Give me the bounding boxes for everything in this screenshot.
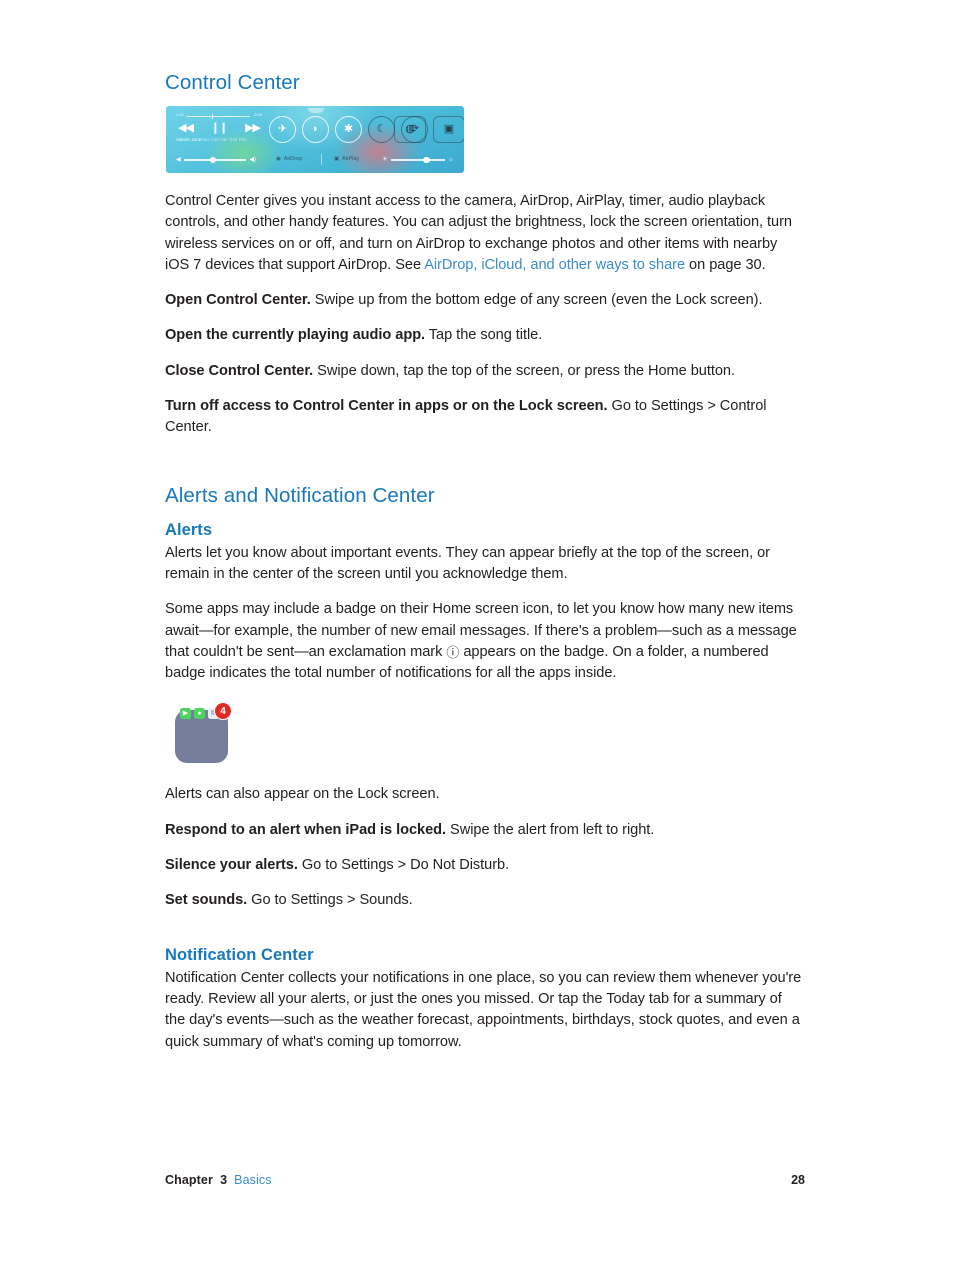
timer-icon: ◍ xyxy=(394,116,426,143)
task-text: Go to Settings > Do Not Disturb. xyxy=(297,857,510,874)
task-silence-alerts: Silence your alerts. Go to Settings > Do… xyxy=(165,855,805,876)
footer-chapter-number: 3 xyxy=(220,1173,228,1187)
task-label: Turn off access to Control Center in app… xyxy=(165,398,608,415)
exclamation-mark-circle-icon: ⓘ xyxy=(446,644,460,660)
elapsed-time: 1:32 xyxy=(176,112,184,117)
fast-forward-icon: ▶▶ xyxy=(245,121,261,134)
volume-high-icon: ◀) xyxy=(249,157,256,163)
scrubber-knob xyxy=(212,114,214,119)
transport-controls: ◀◀ ❙❙ ▶▶ xyxy=(178,121,261,135)
task-text: Swipe down, tap the top of the screen, o… xyxy=(313,362,735,379)
track-name: You Can't Be Told Pus xyxy=(201,137,247,142)
camera-icon: ▣ xyxy=(433,116,464,143)
airplane-mode-icon: ✈ xyxy=(269,116,296,143)
control-center-top-row: 1:32 -2:08 ◀◀ ❙❙ ▶▶ Valerie JuneYou Can'… xyxy=(166,112,464,147)
airplay-control: ▣ AirPlay xyxy=(334,155,359,164)
airplay-label: AirPlay xyxy=(342,156,360,162)
task-label: Silence your alerts. xyxy=(165,857,298,874)
task-set-sounds: Set sounds. Go to Settings > Sounds. xyxy=(165,890,805,911)
task-label: Respond to an alert when iPad is locked. xyxy=(165,821,447,838)
paragraph-control-center-intro: Control Center gives you instant access … xyxy=(165,191,805,276)
link-airdrop-icloud-ways-to-share[interactable]: AirDrop, iCloud, and other ways to share xyxy=(424,257,685,273)
notification-badge-count: 4 xyxy=(214,702,232,721)
footer-chapter: Chapter 3 Basics xyxy=(165,1173,272,1187)
remaining-time: -2:08 xyxy=(252,112,262,117)
do-not-disturb-icon: ☾ xyxy=(368,116,395,143)
footer-page-number: 28 xyxy=(791,1173,805,1187)
pause-icon: ❙❙ xyxy=(210,121,228,134)
task-label: Open the currently playing audio app. xyxy=(165,327,426,344)
messages-icon: ● xyxy=(194,708,205,720)
task-text: Swipe up from the bottom edge of any scr… xyxy=(310,292,763,309)
wifi-icon: ◗ xyxy=(302,116,329,143)
brightness-track xyxy=(390,156,446,164)
brightness-low-icon: ☀ xyxy=(382,155,388,163)
airdrop-icon: ◉ xyxy=(276,156,281,162)
bluetooth-icon: ✱ xyxy=(335,116,362,143)
brightness-high-icon: ☼ xyxy=(448,155,454,163)
scrubber: 1:32 -2:08 xyxy=(176,112,262,120)
task-label: Set sounds. xyxy=(165,892,248,909)
heading-alerts: Alerts xyxy=(165,520,213,539)
task-respond-to-alert: Respond to an alert when iPad is locked.… xyxy=(165,820,805,841)
paragraph-alerts-2: Some apps may include a badge on their H… xyxy=(165,599,805,684)
task-open-audio-app: Open the currently playing audio app. Ta… xyxy=(165,325,805,346)
heading-control-center: Control Center xyxy=(165,71,300,94)
paragraph-alerts-1: Alerts let you know about important even… xyxy=(165,544,770,582)
divider xyxy=(321,154,322,165)
paragraph-notification-center: Notification Center collects your notifi… xyxy=(165,969,802,1050)
task-close-control-center: Close Control Center. Swipe down, tap th… xyxy=(165,361,805,382)
volume-track xyxy=(183,156,247,164)
footer-chapter-label: Chapter xyxy=(165,1173,213,1187)
footer-chapter-name[interactable]: Basics xyxy=(234,1173,271,1187)
volume-low-icon: ◀ xyxy=(176,157,181,163)
task-turn-off-access: Turn off access to Control Center in app… xyxy=(165,396,805,439)
now-playing-title: Valerie JuneYou Can't Be Told Pus xyxy=(176,137,268,143)
now-playing-controls: 1:32 -2:08 ◀◀ ❙❙ ▶▶ Valerie JuneYou Can'… xyxy=(176,112,262,147)
volume-knob xyxy=(209,156,217,164)
page-footer: Chapter 3 Basics 28 xyxy=(165,1173,805,1187)
facetime-icon: ▶ xyxy=(180,708,191,720)
page-content: Control Center 1:32 -2:08 ◀◀ ❙❙ ▶▶ Valer… xyxy=(165,70,805,1067)
document-page: Control Center 1:32 -2:08 ◀◀ ❙❙ ▶▶ Valer… xyxy=(0,0,954,1265)
brightness-slider: ☀ ☼ xyxy=(382,155,454,165)
artist-name: Valerie June xyxy=(176,137,202,142)
airplay-icon: ▣ xyxy=(334,156,340,162)
task-text: Swipe the alert from left to right. xyxy=(446,821,655,838)
volume-slider: ◀ ◀) xyxy=(176,155,256,165)
task-label: Open Control Center. xyxy=(165,292,311,309)
heading-alerts-and-notification-center: Alerts and Notification Center xyxy=(165,483,435,507)
paragraph-alerts-3: Alerts can also appear on the Lock scree… xyxy=(165,786,440,803)
control-center-bottom-row: ◀ ◀) ◉ AirDrop ▣ AirPlay ☀ ☼ xyxy=(166,154,464,166)
task-text: Tap the song title. xyxy=(425,327,543,344)
scrubber-track xyxy=(187,114,250,119)
task-label: Close Control Center. xyxy=(165,362,314,379)
airdrop-label: AirDrop xyxy=(283,156,302,162)
rewind-icon: ◀◀ xyxy=(178,121,194,134)
brightness-knob xyxy=(423,156,430,164)
intro-after-link: on page 30. xyxy=(685,256,766,273)
airdrop-control: ◉ AirDrop xyxy=(276,155,302,164)
task-text: Go to Settings > Sounds. xyxy=(247,892,413,909)
control-center-screenshot: 1:32 -2:08 ◀◀ ❙❙ ▶▶ Valerie JuneYou Can'… xyxy=(166,106,464,173)
heading-notification-center: Notification Center xyxy=(165,945,314,964)
shortcut-buttons: ◍ ▣ xyxy=(394,116,464,143)
task-open-control-center: Open Control Center. Swipe up from the b… xyxy=(165,290,805,311)
folder-badge-screenshot: ▶ ● ▤ 4 xyxy=(171,702,235,766)
